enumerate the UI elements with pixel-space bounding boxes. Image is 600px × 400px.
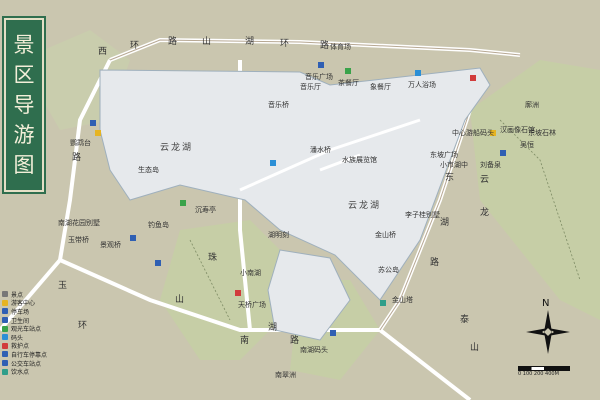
legend-item: 观光车站点: [2, 324, 72, 333]
road-label: 湖: [245, 37, 255, 47]
place-label: 金山塔: [392, 296, 413, 304]
water-icon[interactable]: [380, 300, 386, 306]
place-label: 景观桥: [100, 241, 121, 249]
road-label: 山: [470, 343, 480, 353]
place-label: 鹦鹉台: [70, 139, 91, 147]
place-label: 茶餐厅: [338, 79, 359, 87]
bike-icon: [2, 351, 8, 358]
tour-car-icon[interactable]: [345, 68, 351, 74]
map-title-text: 景区导游图: [13, 33, 35, 177]
legend-item: 公交车站点: [2, 359, 72, 368]
water-icon: [2, 368, 8, 375]
road-label: 泰: [460, 315, 470, 325]
legend-item: 救护点: [2, 342, 72, 350]
north-arrow: N: [522, 296, 574, 356]
visitor-center-icon: [2, 299, 8, 306]
north-label: N: [542, 298, 549, 309]
road-label: 云: [480, 175, 490, 185]
place-label: 音乐厅: [300, 83, 321, 91]
road-label: 环: [78, 321, 88, 331]
place-label: 体育场: [330, 43, 351, 51]
toilet-icon[interactable]: [500, 150, 506, 156]
bus-stop-icon: [2, 360, 8, 367]
parking-icon: [2, 308, 8, 315]
dock-icon[interactable]: [415, 70, 421, 76]
road-label: 湖: [268, 323, 278, 333]
place-label: 南湖码头: [300, 346, 328, 354]
road-label: 山: [202, 37, 212, 47]
lake-label: 云龙湖: [160, 143, 194, 153]
road-label: 湖: [440, 218, 450, 228]
legend-item: 饮水点: [2, 367, 72, 376]
tour-car-icon: [2, 325, 8, 332]
legend-item: 码头: [2, 333, 72, 342]
first-aid-icon[interactable]: [470, 75, 476, 81]
place-label: 南翠洲: [275, 371, 296, 379]
road-label: 山: [175, 295, 185, 305]
road-label: 路: [430, 258, 440, 268]
place-label: 天桥广场: [238, 301, 266, 309]
road-label: 西: [98, 47, 108, 57]
place-label: 沉寿亭: [195, 206, 216, 214]
scale-label: 0 100 200 400M: [518, 371, 559, 377]
legend-item: 游客中心: [2, 299, 72, 307]
place-label: 中心游船码头: [452, 129, 494, 137]
place-label: 李子桂别墅: [405, 211, 440, 219]
dock-icon[interactable]: [270, 160, 276, 166]
place-label: 南湖花园别墅: [58, 219, 100, 227]
road-label: 路: [290, 336, 300, 346]
road-label: 路: [168, 37, 178, 47]
road-label: 环: [130, 41, 140, 51]
toilet-icon[interactable]: [330, 330, 336, 336]
compass-icon: N: [526, 298, 570, 354]
lake-label: 云龙湖: [348, 201, 382, 211]
place-label: 音乐桥: [268, 101, 289, 109]
road-label: 龙: [480, 208, 490, 218]
place-label: 小南湖: [240, 269, 261, 277]
place-label: 玉带桥: [68, 236, 89, 244]
place-label: 水族展览馆: [342, 156, 377, 164]
legend-item: 停车场: [2, 307, 72, 316]
place-label: 金山桥: [375, 231, 396, 239]
place-label: 东坡广场: [430, 151, 458, 159]
toilet-icon: [2, 317, 8, 324]
place-label: 万人浴场: [408, 81, 436, 89]
place-label: 湖明刻: [268, 231, 289, 239]
map-title: 景区导游图: [4, 18, 44, 192]
scenic-spot-icon: [2, 291, 8, 298]
place-label: 苏公岛: [378, 266, 399, 274]
parking-icon[interactable]: [90, 120, 96, 126]
map-canvas: [0, 0, 600, 400]
place-label: 音乐广场: [305, 73, 333, 81]
legend-item: 卫生间: [2, 316, 72, 325]
place-label: 吴恒: [520, 141, 534, 149]
dock-icon: [2, 334, 8, 341]
place-label: 钓鱼岛: [148, 221, 169, 229]
road-label: 珠: [208, 253, 218, 263]
legend-item: 景点: [2, 290, 72, 299]
scale-bar: 0 100 200 400M: [518, 366, 570, 377]
legend: 景点 游客中心 停车场 卫生间 观光车站点 码头 救护点 自行车停靠点 公交车站…: [2, 290, 72, 376]
legend-item: 自行车停靠点: [2, 350, 72, 359]
first-aid-icon: [2, 342, 8, 349]
place-label: 潘水桥: [310, 146, 331, 154]
map: 景区导游图 云龙湖 云龙湖 西 环 路 山 湖 环 路 路 珠 山 玉 环 南 …: [0, 0, 600, 400]
tour-car-icon[interactable]: [180, 200, 186, 206]
place-label: 东坡石林: [528, 129, 556, 137]
visitor-center-icon[interactable]: [95, 130, 101, 136]
bus-stop-icon[interactable]: [130, 235, 136, 241]
road-label: 南: [240, 336, 250, 346]
place-label: 刘备泉: [480, 161, 501, 169]
road-label: 环: [280, 39, 290, 49]
road-label: 路: [320, 41, 330, 51]
bike-icon[interactable]: [155, 260, 161, 266]
place-label: 小市湖中: [440, 161, 468, 169]
place-label: 生态岛: [138, 166, 159, 174]
place-label: 廓洲: [525, 101, 539, 109]
first-aid-icon[interactable]: [235, 290, 241, 296]
place-label: 象餐厅: [370, 83, 391, 91]
road-label: 东: [445, 173, 455, 183]
parking-icon[interactable]: [318, 62, 324, 68]
road-label: 路: [72, 153, 82, 163]
